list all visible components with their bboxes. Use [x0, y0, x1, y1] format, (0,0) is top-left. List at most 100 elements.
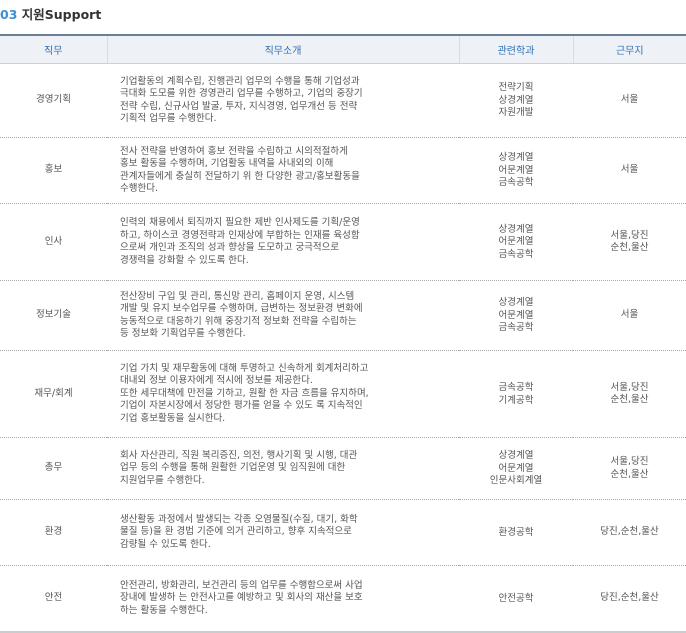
job-title: 경영기획 — [0, 63, 107, 138]
job-description: 전산장비 구입 및 관리, 통신망 관리, 홈페이지 운영, 시스템 개발 및 유… — [107, 280, 459, 351]
job-description: 회사 자산관리, 직원 복리증진, 의전, 행사기획 및 시행, 대관 업무 등의… — [107, 437, 459, 500]
work-location: 서울 — [573, 137, 686, 204]
department-item: 금속공학 — [498, 248, 534, 260]
description-line: 기업활동의 계획수립, 진행관리 업무의 수행을 통해 기업성과 — [120, 75, 360, 87]
description-line: 기업 가치 및 재무활동에 대해 투명하고 신속하게 회계처리하고 — [120, 362, 369, 374]
department-item: 상경계열 — [498, 152, 534, 164]
job-description: 기업활동의 계획수립, 진행관리 업무의 수행을 통해 기업성과 극대화 도모를 … — [107, 63, 459, 138]
location-item: 순천,울산 — [610, 394, 649, 405]
table-row: 환경 생산활동 과정에서 발생되는 각종 오염물질(수질, 대기, 화학 물질 등)… — [0, 499, 686, 566]
description-line: 지원업무를 수행한다. — [120, 474, 205, 486]
section-title: 03 지원Support — [0, 5, 101, 25]
related-departments: 금속공학 기계공학 — [459, 350, 573, 438]
support-jobs-section: 03 지원Support 직무 직무소개 관련학과 근무지 경영기획 기업활동의 … — [0, 0, 686, 633]
related-departments: 상경계열 어문계열 금속공학 — [459, 203, 573, 281]
related-departments: 상경계열 어문계열 금속공학 — [459, 137, 573, 204]
department-item: 상경계열 — [498, 450, 534, 462]
location-item: 서울,당진 — [610, 456, 649, 467]
job-description: 기업 가치 및 재무활동에 대해 투명하고 신속하게 회계처리하고 대내외 정보 … — [107, 350, 459, 438]
description-line: 등 정보화 기획업무를 수행한다. — [120, 328, 246, 339]
job-description: 안전관리, 방화관리, 보건관리 등의 업무를 수행함으로써 사업 장내에 발생하… — [107, 565, 459, 633]
description-line: 업무 등의 수행을 통해 원활한 기업운영 및 임직원에 대한 — [120, 462, 346, 474]
job-title: 인사 — [0, 203, 107, 281]
location-item: 서울,당진 — [610, 381, 649, 393]
table-row: 정보기술 전산장비 구입 및 관리, 통신망 관리, 홈페이지 운영, 시스템 개발… — [0, 280, 686, 351]
department-item: 기계공학 — [498, 394, 534, 406]
work-location: 서울 — [573, 63, 686, 138]
description-line: 홍보 활동을 수행하며, 기업활동 내역을 사내외의 이해 — [120, 158, 334, 169]
location-item: 당진,순천,울산 — [600, 526, 659, 538]
table-row: 홍보 전사 전략을 반영하여 홍보 전략을 수립하고 시의적절하게 홍보 활동을 수… — [0, 137, 686, 204]
department-item: 안전공학 — [498, 592, 534, 604]
section-number: 03 — [0, 7, 18, 22]
table-header-row: 직무 직무소개 관련학과 근무지 — [0, 35, 686, 64]
department-item: 환경공학 — [498, 526, 534, 538]
description-line: 인력의 채용에서 퇴직까지 필요한 제반 인사제도를 기획/운영 — [120, 217, 360, 228]
job-title: 홍보 — [0, 137, 107, 204]
department-item: 인문사회계열 — [489, 475, 543, 487]
job-description: 전사 전략을 반영하여 홍보 전략을 수립하고 시의적절하게 홍보 활동을 수행하… — [107, 137, 459, 204]
job-title: 총무 — [0, 437, 107, 500]
description-line: 전략 수립, 신규사업 발굴, 투자, 지식경영, 업무개선 등 전략 — [120, 100, 358, 112]
department-item: 상경계열 — [498, 223, 534, 235]
location-item: 순천,울산 — [610, 242, 649, 253]
related-departments: 상경계열 어문계열 금속공학 — [459, 280, 573, 351]
description-line: 전사 전략을 반영하여 홍보 전략을 수립하고 시의적절하게 — [120, 145, 348, 157]
work-location: 당진,순천,울산 — [573, 499, 686, 566]
description-line: 하고, 하이스코 경영전략과 인재상에 부합하는 인재를 육성함 — [120, 229, 360, 241]
description-line: 능동적으로 대응하기 위해 중장기적 정보화 전략을 수립하는 — [120, 315, 357, 327]
department-item: 금속공학 — [498, 177, 534, 189]
description-line: 안전관리, 방화관리, 보건관리 등의 업무를 수행함으로써 사업 — [120, 579, 363, 591]
description-line: 으로써 개인과 조직의 성과 향상을 도모하고 궁극적으로 — [120, 242, 340, 253]
description-line: 전산장비 구입 및 관리, 통신망 관리, 홈페이지 운영, 시스템 — [120, 290, 355, 302]
job-title: 안전 — [0, 565, 107, 633]
department-item: 자원개발 — [498, 107, 534, 119]
location-item: 서울 — [620, 309, 639, 321]
header-location: 근무지 — [572, 35, 686, 64]
header-department: 관련학과 — [458, 35, 573, 64]
description-line: 장내에 발생하 는 안전사고를 예방하고 및 회사의 재산을 보호 — [120, 592, 363, 603]
header-job: 직무 — [0, 35, 107, 64]
description-line: 기업 홍보활동을 실시한다. — [120, 412, 226, 424]
table-body: 경영기획 기업활동의 계획수립, 진행관리 업무의 수행을 통해 기업성과 극대화 … — [0, 63, 686, 633]
location-item: 서울 — [620, 164, 639, 176]
department-item: 어문계열 — [498, 164, 534, 176]
table-row: 인사 인력의 채용에서 퇴직까지 필요한 제반 인사제도를 기획/운영 하고, 하이… — [0, 203, 686, 281]
location-item: 서울 — [620, 94, 639, 106]
department-item: 상경계열 — [498, 94, 534, 106]
department-item: 금속공학 — [498, 322, 534, 334]
related-departments: 상경계열 어문계열 인문사회계열 — [459, 437, 573, 500]
table-row: 재무/회계 기업 가치 및 재무활동에 대해 투명하고 신속하게 회계처리하고 대내… — [0, 350, 686, 438]
related-departments: 안전공학 — [459, 565, 573, 633]
description-line: 또한 세무대책에 만전을 기하고, 원활 한 자금 흐름을 유지하며, — [120, 387, 369, 399]
job-description: 인력의 채용에서 퇴직까지 필요한 제반 인사제도를 기획/운영 하고, 하이스코… — [107, 203, 459, 281]
table-row: 경영기획 기업활동의 계획수립, 진행관리 업무의 수행을 통해 기업성과 극대화 … — [0, 63, 686, 138]
description-line: 수행한다. — [120, 183, 158, 194]
department-item: 어문계열 — [498, 236, 534, 248]
location-item: 서울,당진 — [610, 229, 649, 241]
description-line: 물질 등)을 환 경법 기준에 의거 관리하고, 향후 지속적으로 — [120, 526, 352, 538]
table-row: 총무 회사 자산관리, 직원 복리증진, 의전, 행사기획 및 시행, 대관 업무 … — [0, 437, 686, 500]
job-title: 환경 — [0, 499, 107, 566]
description-line: 기획적 업무를 수행한다. — [120, 113, 217, 124]
description-line: 기업이 자본시장에서 정당한 평가를 얻을 수 있도 록 지속적인 — [120, 400, 363, 412]
description-line: 회사 자산관리, 직원 복리증진, 의전, 행사기획 및 시행, 대관 — [120, 449, 358, 461]
description-line: 하는 활동을 수행한다. — [120, 604, 208, 616]
work-location: 서울,당진 순천,울산 — [573, 350, 686, 438]
location-item: 순천,울산 — [610, 468, 649, 480]
header-description: 직무소개 — [106, 35, 459, 64]
work-location: 서울,당진 순천,울산 — [573, 437, 686, 500]
description-line: 감량될 수 있도록 한다. — [120, 538, 211, 550]
related-departments: 환경공학 — [459, 499, 573, 566]
work-location: 서울 — [573, 280, 686, 351]
job-title: 재무/회계 — [0, 350, 107, 438]
department-item: 전략기획 — [498, 82, 534, 94]
table-row: 안전 안전관리, 방화관리, 보건관리 등의 업무를 수행함으로써 사업 장내에 발… — [0, 565, 686, 633]
department-item: 어문계열 — [498, 462, 534, 474]
related-departments: 전략기획 상경계열 자원개발 — [459, 63, 573, 138]
description-line: 경쟁력을 강화할 수 있도록 한다. — [120, 254, 249, 266]
description-line: 극대화 도모를 위한 경영관리 업무를 수행하고, 기업의 중장기 — [120, 88, 363, 99]
job-description: 생산활동 과정에서 발생되는 각종 오염물질(수질, 대기, 화학 물질 등)을 … — [107, 499, 459, 566]
description-line: 관계자들에게 충실히 전달하기 위 한 다양한 광고/홍보활동을 — [120, 170, 360, 182]
department-item: 어문계열 — [498, 309, 534, 321]
